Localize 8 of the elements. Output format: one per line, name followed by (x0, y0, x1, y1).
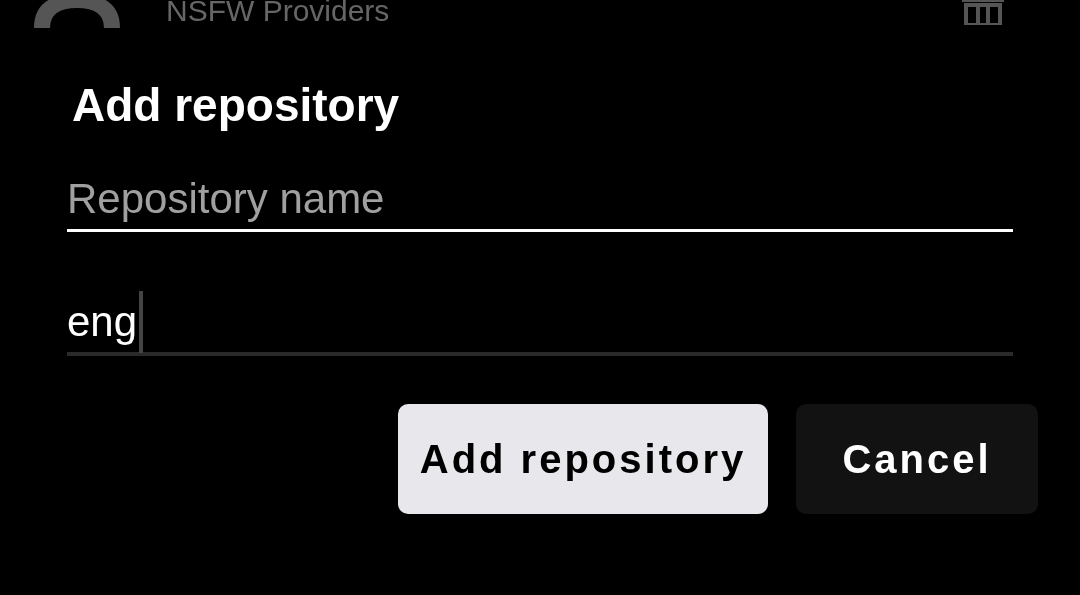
input-field[interactable]: Repository name (67, 168, 1013, 232)
add-button[interactable]: Add repository (398, 404, 768, 514)
item-title: NSFW Providers (166, 0, 390, 26)
text-cursor (139, 291, 144, 353)
cancel-button[interactable]: Cancel (796, 404, 1038, 514)
input-field[interactable]: eng (67, 292, 1013, 356)
trash-icon[interactable] (960, 0, 1006, 25)
avatar-icon (34, 0, 120, 28)
